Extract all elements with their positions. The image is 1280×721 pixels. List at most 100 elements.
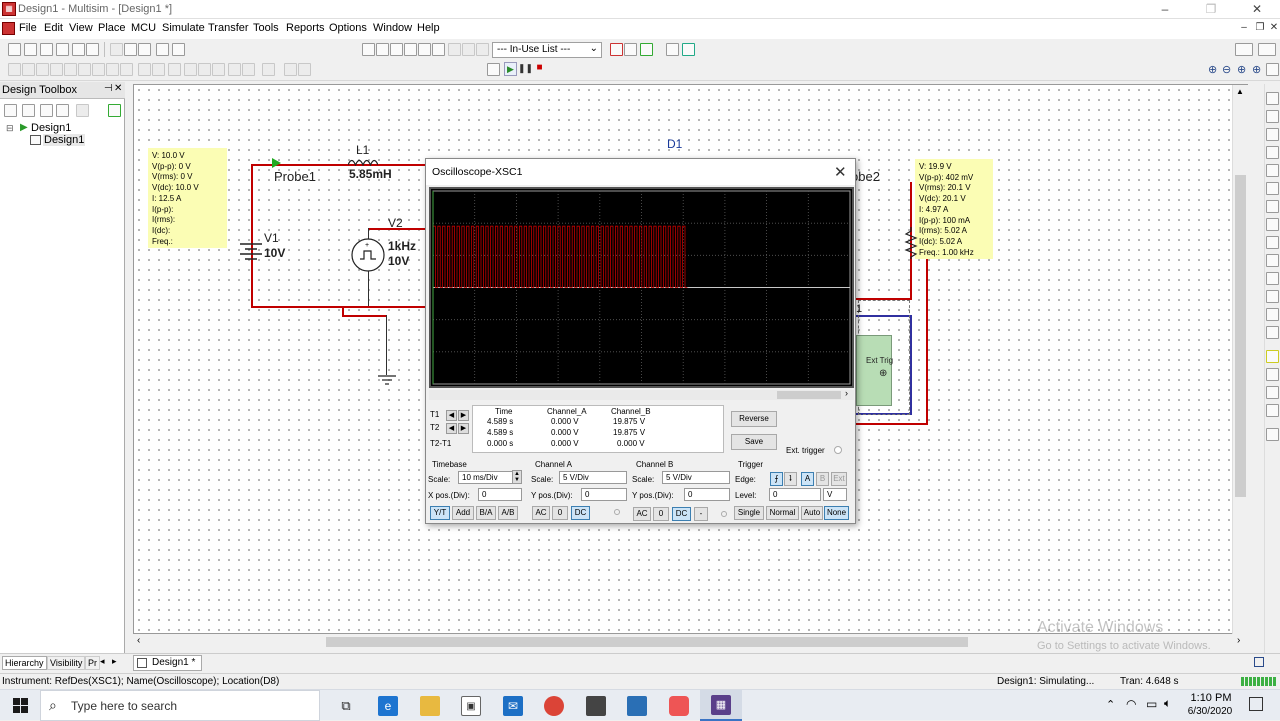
bode-plotter-icon[interactable] xyxy=(1266,182,1279,195)
trigger-level-field[interactable]: 0 xyxy=(769,488,821,501)
trigger-normal-button[interactable]: Normal xyxy=(766,506,799,520)
oscilloscope-window[interactable]: Oscilloscope-XSC1 ✕ › T1 T2 T2-T1 ◀ ▶ ◀ … xyxy=(425,158,856,524)
interactive-settings-icon[interactable] xyxy=(487,63,500,76)
place-text-icon[interactable] xyxy=(298,63,311,76)
mdi-minimize-button[interactable]: – xyxy=(1238,22,1250,34)
component-wizard-icon[interactable] xyxy=(448,43,461,56)
channel-a-ypos-field[interactable]: 0 xyxy=(581,488,627,501)
channel-a-scale-field[interactable]: 5 V/Div xyxy=(559,471,627,484)
agilent-multimeter-icon[interactable] xyxy=(1266,368,1279,381)
edge-browser-icon[interactable]: e xyxy=(378,696,398,716)
breadboard-view-icon[interactable] xyxy=(1235,43,1253,56)
wire[interactable] xyxy=(386,315,387,375)
ab-mode-button[interactable]: A/B xyxy=(498,506,518,520)
wattmeter-icon[interactable] xyxy=(1266,128,1279,141)
pulse-source-symbol-icon[interactable]: + xyxy=(350,237,386,273)
cut-icon[interactable] xyxy=(110,43,123,56)
wire[interactable] xyxy=(342,315,387,317)
paste-icon[interactable] xyxy=(138,43,151,56)
wire[interactable] xyxy=(251,164,253,307)
trigger-source-a-button[interactable]: A xyxy=(801,472,814,486)
place-misc-icon[interactable] xyxy=(168,63,181,76)
place-advanced-icon[interactable] xyxy=(184,63,197,76)
pin-icon[interactable]: ⊣ xyxy=(104,83,113,94)
menu-tools[interactable]: Tools xyxy=(253,22,279,34)
store-icon[interactable]: ▣ xyxy=(461,696,481,716)
multisim-taskbar-button[interactable]: ▦ xyxy=(700,690,742,721)
design-document-tab[interactable]: Design1 * xyxy=(133,655,203,671)
distortion-analyzer-icon[interactable] xyxy=(1266,290,1279,303)
wifi-icon[interactable]: ◠ xyxy=(1126,697,1136,711)
iv-analyzer-icon[interactable] xyxy=(1266,272,1279,285)
new-file-icon[interactable] xyxy=(8,43,21,56)
trigger-source-b-button[interactable]: B xyxy=(816,472,829,486)
database-manager-icon[interactable] xyxy=(390,43,403,56)
spreadsheet-view-icon[interactable] xyxy=(376,43,389,56)
t2-left-arrow-icon[interactable]: ◀ xyxy=(446,423,457,434)
wire[interactable] xyxy=(856,423,928,425)
channel-b-dc-button[interactable]: DC xyxy=(672,507,691,521)
chrome-icon[interactable] xyxy=(544,696,564,716)
place-electromech-icon[interactable] xyxy=(212,63,225,76)
volume-icon[interactable]: 🔈︎ xyxy=(1164,696,1171,711)
menu-view[interactable]: View xyxy=(69,22,93,34)
menu-transfer[interactable]: Transfer xyxy=(208,22,249,34)
resistor-symbol-icon[interactable] xyxy=(904,227,918,259)
tree-item-design-root[interactable]: Design1 xyxy=(31,122,71,134)
agilent-generator-icon[interactable] xyxy=(1266,350,1279,363)
add-mode-button[interactable]: Add xyxy=(452,506,474,520)
probe-settings-icon[interactable] xyxy=(624,43,637,56)
place-connector-icon[interactable] xyxy=(284,63,297,76)
rising-edge-icon[interactable]: ⨍ xyxy=(770,472,783,486)
dc-source-symbol-icon[interactable] xyxy=(238,238,264,262)
measurement-probe-icon[interactable] xyxy=(1266,428,1279,441)
menu-file[interactable]: File xyxy=(19,22,37,34)
zoom-in-icon[interactable]: ⊕ xyxy=(1208,63,1217,76)
menu-mcu[interactable]: MCU xyxy=(131,22,156,34)
channel-a-dc-button[interactable]: DC xyxy=(571,506,590,520)
logic-converter-icon[interactable] xyxy=(1266,254,1279,267)
open-sample-icon[interactable] xyxy=(40,43,53,56)
fullscreen-icon[interactable] xyxy=(1266,63,1279,76)
trigger-single-button[interactable]: Single xyxy=(734,506,764,520)
menu-simulate[interactable]: Simulate xyxy=(162,22,205,34)
scroll-left-icon[interactable]: ‹ xyxy=(137,635,140,646)
wire[interactable] xyxy=(926,259,928,424)
battery-icon[interactable]: ▭ xyxy=(1146,697,1157,711)
tree-item-design-sheet[interactable]: Design1 xyxy=(43,134,86,146)
copy-icon[interactable] xyxy=(124,43,137,56)
logic-analyzer-icon[interactable] xyxy=(1266,236,1279,249)
save-design-icon[interactable] xyxy=(40,104,53,117)
timebase-xpos-field[interactable]: 0 xyxy=(478,488,522,501)
place-source-icon[interactable] xyxy=(8,63,21,76)
app-icon-red[interactable] xyxy=(669,696,689,716)
inductor-symbol-icon[interactable] xyxy=(348,156,378,166)
canvas-vertical-scrollbar[interactable]: ▲ xyxy=(1232,85,1248,634)
zoom-area-icon[interactable]: ⊕ xyxy=(1237,63,1246,76)
tab-visibility[interactable]: Visibility xyxy=(47,656,86,670)
channel-b-invert-button[interactable]: - xyxy=(694,507,708,521)
tabs-scroll-left-icon[interactable]: ◂ xyxy=(100,656,105,667)
horizontal-scroll-thumb[interactable] xyxy=(326,637,968,647)
place-misc-digital-icon[interactable] xyxy=(106,63,119,76)
trigger-level-unit[interactable]: V xyxy=(823,488,847,501)
wire[interactable] xyxy=(910,315,912,415)
scroll-up-icon[interactable]: ▲ xyxy=(1236,87,1244,96)
open-folder-icon[interactable] xyxy=(24,43,37,56)
place-indicator-icon[interactable] xyxy=(138,63,151,76)
zoom-sheet-icon[interactable]: ⊕ xyxy=(1252,63,1261,76)
vertical-scroll-thumb[interactable] xyxy=(1235,175,1246,497)
transfer-icon[interactable] xyxy=(640,43,653,56)
back-annotate-icon[interactable] xyxy=(462,43,475,56)
wire[interactable] xyxy=(251,306,426,308)
print-icon[interactable] xyxy=(72,43,85,56)
erc-icon[interactable] xyxy=(610,43,623,56)
multisim-app-icon[interactable]: ▦ xyxy=(2,2,16,16)
four-channel-scope-icon[interactable] xyxy=(1266,164,1279,177)
stop-simulation-icon[interactable]: ■ xyxy=(533,62,546,76)
mdi-restore-button[interactable]: ❐ xyxy=(1254,22,1266,34)
falling-edge-icon[interactable]: ʇ xyxy=(784,472,797,486)
channel-b-ac-button[interactable]: AC xyxy=(633,507,651,521)
tektronix-scope-icon[interactable] xyxy=(1266,404,1279,417)
print-preview-icon[interactable] xyxy=(86,43,99,56)
